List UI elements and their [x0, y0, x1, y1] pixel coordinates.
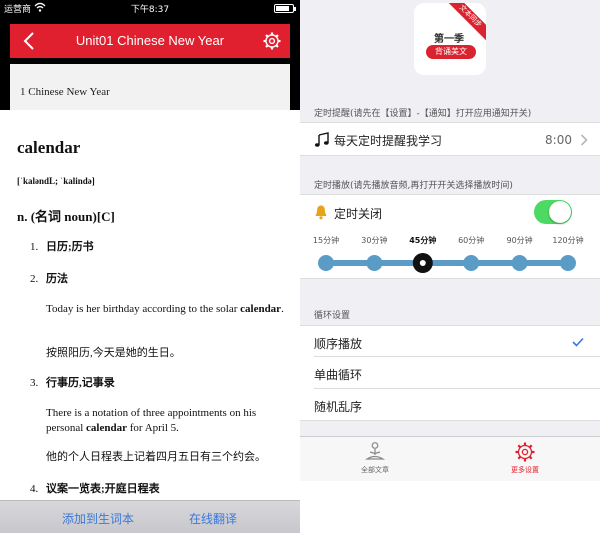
nav-title: Unit01 Chinese New Year [75, 33, 225, 48]
tab-label: 全部文章 [361, 466, 389, 474]
slider-option-label: 120分钟 [552, 235, 583, 245]
meditation-person-icon [364, 442, 386, 460]
daily-reminder-label: 每天定时提醒我学习 [334, 134, 443, 148]
sense-item: 2. 历法 [30, 273, 68, 285]
headword: calendar [17, 138, 81, 157]
tab-bar: 全部文章 更多设置 [300, 436, 600, 481]
toggle-knob [549, 201, 571, 223]
chevron-right-icon [580, 134, 588, 146]
tab-all-articles[interactable]: 全部文章 [335, 441, 415, 475]
slider-option-label: 30分钟 [361, 235, 387, 245]
timer-cell: 定时关闭 15分钟 30分钟 45分钟 60分钟 90分钟 120分钟 [300, 194, 600, 279]
reminder-time-value: 8:00 [545, 133, 572, 147]
logo-pill: 背诵美文 [426, 45, 476, 59]
empty-area [300, 481, 600, 533]
bell-icon [315, 205, 327, 220]
timer-toggle[interactable] [534, 200, 572, 224]
battery-icon [274, 4, 296, 13]
sense-item: 4. 议案一览表;开庭日程表 [30, 483, 160, 495]
logo-season: 第一季 [434, 34, 464, 45]
loop-option-label: 单曲循环 [314, 368, 363, 382]
nav-bar: Unit01 Chinese New Year [0, 16, 300, 64]
tab-more-settings[interactable]: 更多设置 [485, 441, 565, 475]
add-to-vocabulary-button[interactable]: 添加到生词本 [62, 510, 134, 527]
loop-option-sequential[interactable]: 顺序播放 [300, 325, 600, 357]
slider-option-label: 45分钟 [409, 235, 436, 245]
dictionary-entry: calendar [ˈkaləndL; ˈkalində] n. (名词 nou… [0, 110, 300, 500]
lesson-row[interactable]: 1 Chinese New Year [0, 64, 300, 110]
example-english: Today is her birthday according to the s… [46, 303, 284, 315]
gear-icon [515, 442, 535, 462]
phonetic: [ˈkaləndL; ˈkalində] [17, 176, 95, 186]
loop-option-single[interactable]: 单曲循环 [300, 357, 600, 389]
sense-item: 3. 行事历,记事录 [30, 377, 115, 389]
slider-stop[interactable] [318, 255, 334, 271]
example-chinese: 按照阳历,今天是她的生日。 [46, 347, 181, 359]
nav-bar-background: Unit01 Chinese New Year [10, 24, 290, 58]
lesson-label: 1 Chinese New Year [20, 86, 110, 98]
loop-option-label: 顺序播放 [314, 337, 363, 351]
app-logo: 文本同步 第一季 背诵美文 [414, 3, 486, 75]
part-of-speech: n. (名词 noun)[C] [17, 209, 115, 224]
online-translate-button[interactable]: 在线翻译 [189, 510, 237, 527]
slider-stop[interactable] [511, 255, 528, 271]
tab-label: 更多设置 [511, 466, 539, 474]
loop-section-header: 循环设置 [314, 311, 351, 321]
app-logo-area: 文本同步 第一季 背诵美文 [300, 0, 600, 98]
dictionary-panel: 运营商 下午8:37 Unit01 Chinese New Year 1 Chi… [0, 0, 300, 533]
slider-stop[interactable] [463, 255, 480, 271]
status-time: 下午8:37 [130, 5, 170, 15]
timer-close-label: 定时关闭 [334, 207, 383, 221]
bottom-action-bar: 添加到生词本 在线翻译 [0, 500, 300, 533]
slider-stop[interactable] [366, 255, 383, 271]
slider-option-label: 90分钟 [507, 235, 533, 245]
example-chinese: 他的个人日程表上记着四月五日有三个约会。 [46, 451, 266, 463]
slider-option-label: 15分钟 [313, 235, 339, 245]
slider-option-label: 60分钟 [458, 235, 484, 245]
loop-option-shuffle[interactable]: 随机乱序 [300, 389, 600, 421]
reminder-section-header: 定时提醒(请先在【设置】-【通知】打开应用通知开关) [314, 109, 532, 119]
status-bar: 运营商 下午8:37 [0, 0, 300, 16]
music-note-icon [315, 132, 329, 147]
timer-slider[interactable]: 15分钟 30分钟 45分钟 60分钟 90分钟 120分钟 [300, 231, 600, 279]
sense-item: 1. 日历;历书 [30, 241, 94, 253]
slider-thumb-dot [419, 260, 426, 266]
settings-panel: 文本同步 第一季 背诵美文 定时提醒(请先在【设置】-【通知】打开应用通知开关)… [300, 0, 600, 533]
example-english: There is a notation of three appointment… [46, 407, 257, 434]
checkmark-icon [572, 337, 584, 347]
timer-section-header: 定时播放(请先播放音频,再打开开关选择播放时间) [314, 181, 513, 191]
loop-option-label: 随机乱序 [314, 400, 363, 414]
slider-stop[interactable] [560, 255, 576, 271]
daily-reminder-cell[interactable]: 每天定时提醒我学习 8:00 [300, 122, 600, 156]
gear-icon[interactable] [262, 31, 282, 51]
